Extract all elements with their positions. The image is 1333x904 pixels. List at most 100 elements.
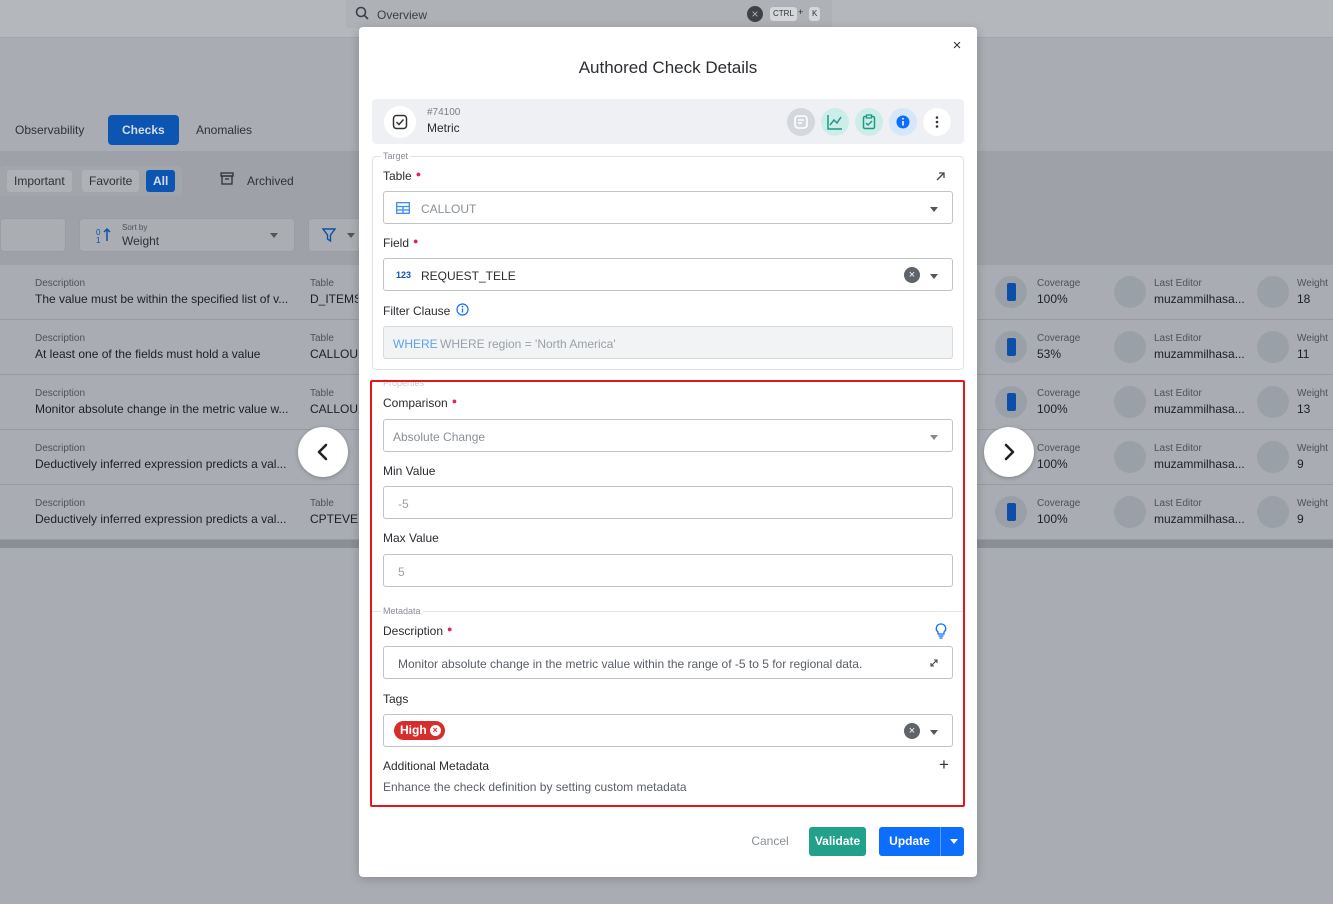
more-options-button[interactable] [923, 108, 951, 136]
line-chart-icon [827, 115, 842, 130]
open-external-icon[interactable] [935, 171, 946, 182]
where-keyword: WHERE [393, 337, 438, 351]
row-editor: muzammilhasa... [1154, 402, 1245, 416]
field-select[interactable]: 123 REQUEST_TELE × [383, 258, 953, 291]
clear-field-icon[interactable]: × [904, 267, 920, 283]
check-header: #74100 Metric [372, 99, 964, 144]
table-column-label: Table [310, 388, 334, 399]
sort-caption: Sort by [122, 223, 148, 232]
chevron-down-icon [347, 233, 355, 238]
weight-column-label: Weight [1297, 443, 1328, 454]
tab-observability[interactable]: Observability [1, 115, 98, 145]
weight-icon [1257, 496, 1289, 528]
row-weight: 18 [1297, 292, 1311, 306]
table-select[interactable]: CALLOUT [383, 191, 953, 224]
weight-icon [1257, 386, 1289, 418]
search-checks-input[interactable] [0, 218, 66, 252]
previous-check-button[interactable] [298, 427, 348, 477]
row-description: Deductively inferred expression predicts… [35, 512, 287, 526]
kbd-k: K [809, 7, 821, 21]
description-column-label: Description [35, 498, 86, 509]
more-vertical-icon [935, 116, 939, 128]
search-icon [355, 6, 369, 20]
filter-important[interactable]: Important [7, 170, 72, 192]
row-coverage: 100% [1037, 512, 1068, 526]
table-label: Table ● [383, 169, 422, 183]
validate-button[interactable]: Validate [809, 827, 866, 856]
filter-icon [322, 228, 336, 242]
description-column-label: Description [35, 443, 86, 454]
archived-label: Archived [247, 174, 294, 188]
filter-clause-value: WHERE region = 'North America' [440, 337, 616, 351]
row-editor: muzammilhasa... [1154, 292, 1245, 306]
next-check-button[interactable] [984, 427, 1034, 477]
row-description: Monitor absolute change in the metric va… [35, 402, 289, 416]
row-table: CALLOUT [310, 347, 358, 361]
filter-all[interactable]: All [146, 170, 176, 192]
update-button[interactable]: Update [879, 827, 940, 856]
editor-icon [1114, 276, 1146, 308]
coverage-icon [995, 276, 1027, 308]
weight-icon [1257, 441, 1289, 473]
tab-anomalies[interactable]: Anomalies [182, 115, 266, 145]
table-column-label: Table [310, 333, 334, 344]
info-button[interactable] [889, 108, 917, 136]
clear-search-icon[interactable]: × [747, 6, 763, 22]
last-editor-column-label: Last Editor [1154, 498, 1202, 509]
chevron-left-icon [317, 443, 328, 461]
update-options-button[interactable] [941, 827, 964, 856]
row-coverage: 100% [1037, 402, 1068, 416]
last-editor-column-label: Last Editor [1154, 333, 1202, 344]
last-editor-column-label: Last Editor [1154, 388, 1202, 399]
table-icon [396, 202, 410, 214]
row-weight: 13 [1297, 402, 1311, 416]
activity-chart-button[interactable] [821, 108, 849, 136]
sort-select[interactable]: 01 Sort by Weight [79, 218, 295, 252]
chevron-down-icon [270, 233, 278, 238]
weight-icon [1257, 276, 1289, 308]
coverage-column-label: Coverage [1037, 278, 1081, 289]
row-editor: muzammilhasa... [1154, 347, 1245, 361]
row-coverage: 100% [1037, 292, 1068, 306]
table-value: CALLOUT [421, 202, 477, 216]
kbd-ctrl: CTRL [770, 7, 797, 21]
close-icon[interactable]: × [950, 38, 964, 53]
editor-icon [1114, 331, 1146, 363]
info-icon[interactable] [456, 303, 469, 316]
validate-check-button[interactable] [855, 108, 883, 136]
description-column-label: Description [35, 388, 86, 399]
row-weight: 11 [1297, 347, 1310, 361]
chevron-down-icon [930, 274, 938, 279]
last-editor-column-label: Last Editor [1154, 443, 1202, 454]
sort-value: Weight [122, 234, 160, 248]
row-table: D_ITEMS [310, 292, 358, 306]
filter-clause-label: Filter Clause [383, 304, 451, 318]
notes-button[interactable] [787, 108, 815, 136]
filter-clause-input[interactable]: WHERE WHERE region = 'North America' [383, 326, 953, 359]
row-coverage: 100% [1037, 457, 1068, 471]
filter-favorite[interactable]: Favorite [82, 170, 140, 192]
sort-icon: 01 [96, 227, 111, 243]
row-weight: 9 [1297, 512, 1304, 526]
weight-column-label: Weight [1297, 388, 1328, 399]
row-editor: muzammilhasa... [1154, 512, 1245, 526]
check-type-badge [384, 106, 416, 138]
global-search[interactable]: Overview × CTRL + K [346, 0, 832, 28]
row-coverage: 53% [1037, 347, 1062, 361]
editor-icon [1114, 496, 1146, 528]
tab-checks[interactable]: Checks [108, 115, 179, 145]
numeric-type-icon: 123 [396, 270, 412, 280]
row-table: CPTEVEN [310, 512, 358, 526]
cancel-button[interactable]: Cancel [740, 827, 800, 856]
row-weight: 9 [1297, 457, 1304, 471]
filter-button[interactable] [308, 218, 364, 252]
row-description: The value must be within the specified l… [35, 292, 289, 306]
archive-icon [220, 172, 234, 185]
note-icon [794, 115, 808, 129]
row-table: CALLOUT [310, 402, 358, 416]
last-editor-column-label: Last Editor [1154, 278, 1202, 289]
search-placeholder: Overview [377, 8, 428, 22]
update-split-button: Update [879, 827, 964, 856]
weight-column-label: Weight [1297, 278, 1328, 289]
row-editor: muzammilhasa... [1154, 457, 1245, 471]
